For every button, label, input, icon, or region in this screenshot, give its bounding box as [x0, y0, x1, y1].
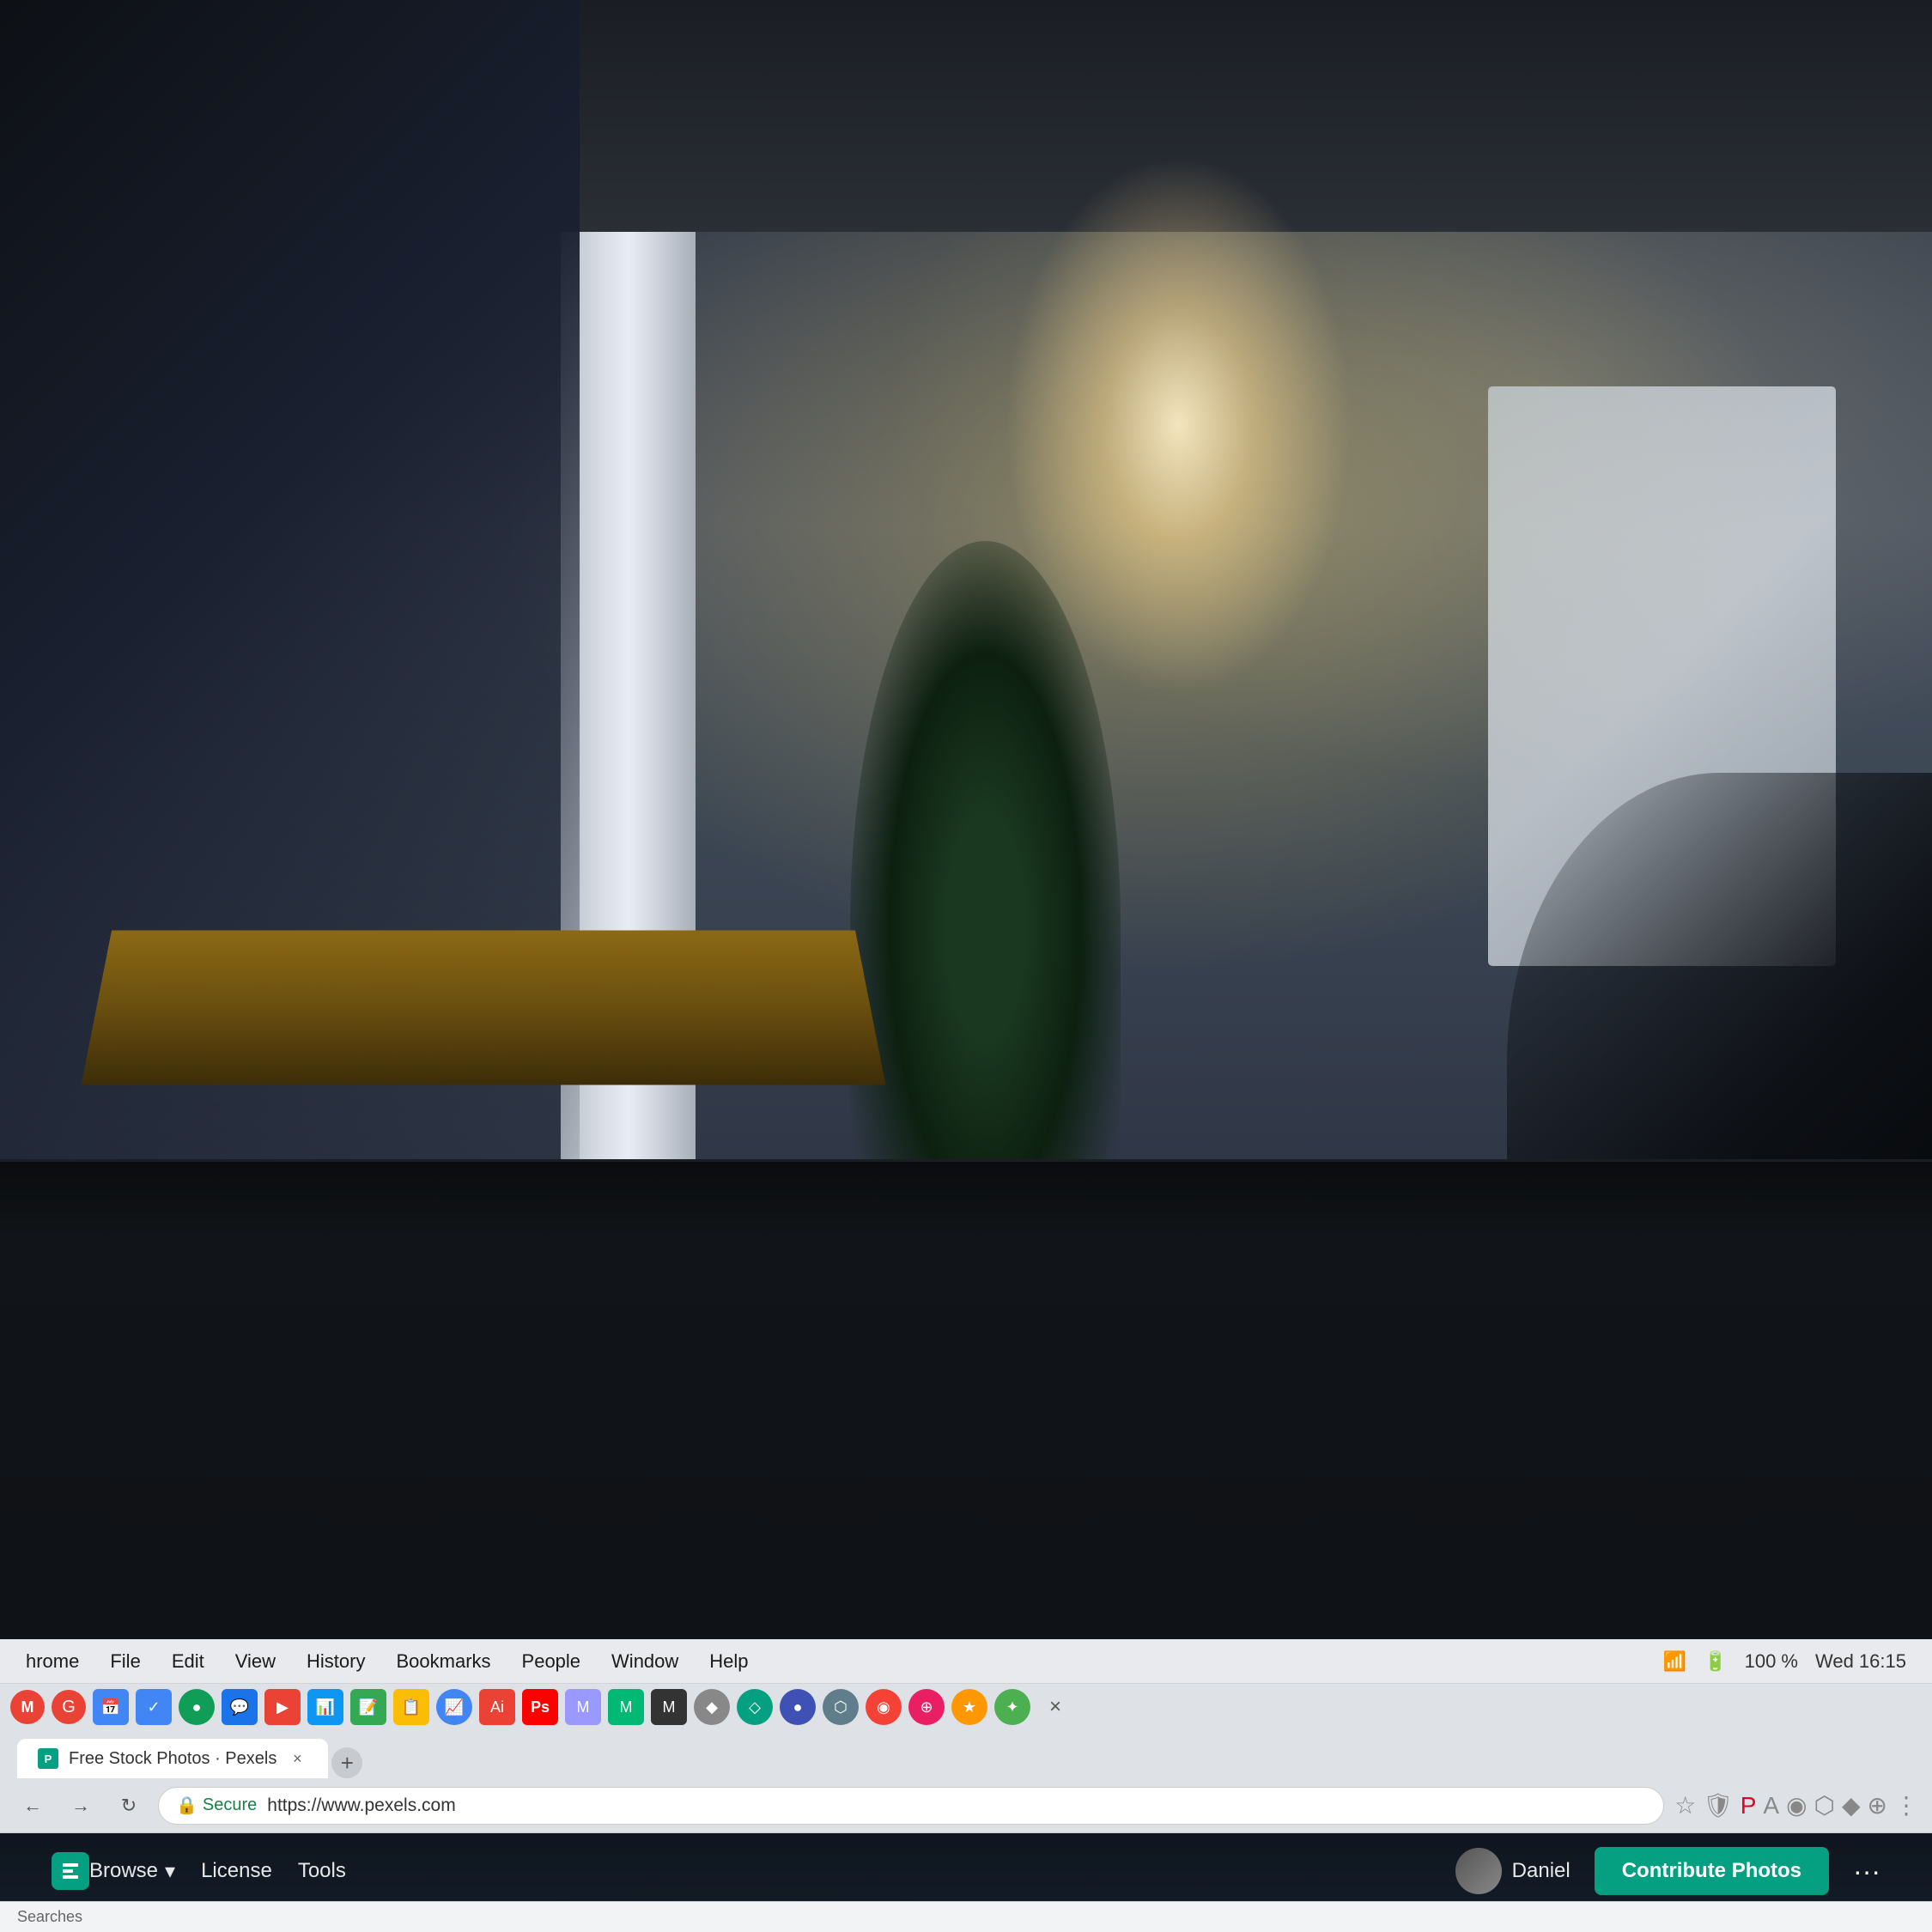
license-link[interactable]: License [201, 1859, 272, 1883]
ext-a-icon[interactable]: A [1763, 1792, 1779, 1820]
youtube-icon[interactable]: ▶ [264, 1689, 301, 1725]
clock: Wed 16:15 [1815, 1650, 1906, 1673]
forward-button[interactable]: → [62, 1787, 100, 1825]
ext-e-icon[interactable]: ⊕ [1868, 1791, 1887, 1820]
ext-icon-6[interactable]: ⊕ [908, 1689, 945, 1725]
shield-icon[interactable]: 🛡 [1703, 1791, 1734, 1820]
nav-links: Browse ▾ License Tools [89, 1859, 346, 1884]
slides-icon[interactable]: 📋 [393, 1689, 429, 1725]
toolbar-icons-row: M G 📅 ✓ ● 💬 ▶ 📊 📝 📋 📈 Ai Ps M M M ◆ ◇ ● … [0, 1684, 1932, 1730]
menu-view[interactable]: View [235, 1650, 276, 1673]
google-icon[interactable]: G [52, 1690, 86, 1724]
nav-right: Daniel Contribute Photos ··· [1455, 1847, 1880, 1895]
menu-bookmarks[interactable]: Bookmarks [396, 1650, 490, 1673]
address-bar-row: ← → ↻ 🔒 Secure https://www.pexels.com ☆ … [0, 1778, 1932, 1833]
menu-people[interactable]: People [522, 1650, 581, 1673]
ext-icon-8[interactable]: ✦ [994, 1689, 1030, 1725]
adobe-icon[interactable]: Ai [479, 1689, 515, 1725]
browse-label: Browse [89, 1859, 158, 1883]
menu-help[interactable]: Help [709, 1650, 748, 1673]
ext-icon-3[interactable]: ● [780, 1689, 816, 1725]
star-icon[interactable]: ☆ [1674, 1791, 1696, 1820]
browse-arrow: ▾ [165, 1859, 175, 1884]
pexels-logo[interactable] [52, 1852, 89, 1890]
menu-window[interactable]: Window [611, 1650, 678, 1673]
address-bar-right-icons: ☆ 🛡 P A ◉ ⬡ ◆ ⊕ ⋮ [1674, 1791, 1918, 1820]
menu-file[interactable]: File [110, 1650, 140, 1673]
new-tab-button[interactable]: + [331, 1747, 362, 1778]
analytics-icon[interactable]: 📈 [436, 1689, 472, 1725]
dark-left [0, 0, 580, 1314]
screen: hrome File Edit View History Bookmarks P… [0, 1639, 1932, 1932]
medium-icon[interactable]: M [565, 1689, 601, 1725]
menu-edit[interactable]: Edit [172, 1650, 204, 1673]
tab-bar: P Free Stock Photos · Pexels × + [0, 1730, 1932, 1778]
tasks-icon[interactable]: ✓ [136, 1689, 172, 1725]
nav-left [52, 1852, 89, 1890]
chat-icon[interactable]: 💬 [222, 1689, 258, 1725]
meet-icon[interactable]: ● [179, 1689, 215, 1725]
refresh-button[interactable]: ↻ [110, 1787, 148, 1825]
sheets-icon[interactable]: 📊 [307, 1689, 343, 1725]
more-options-icon[interactable]: ··· [1853, 1856, 1880, 1887]
app-name: hrome [26, 1650, 79, 1673]
tab-favicon: P [38, 1748, 58, 1769]
user-area[interactable]: Daniel [1455, 1848, 1571, 1894]
close-icon[interactable]: × [1037, 1689, 1073, 1725]
user-name: Daniel [1512, 1859, 1571, 1883]
tab-title: Free Stock Photos · Pexels [69, 1749, 276, 1769]
ext-icon-5[interactable]: ◉ [866, 1689, 902, 1725]
monitor-bezel: hrome File Edit View History Bookmarks P… [0, 1159, 1932, 1932]
contribute-photos-button[interactable]: Contribute Photos [1595, 1847, 1829, 1895]
docs-icon[interactable]: 📝 [350, 1689, 386, 1725]
medium3-icon[interactable]: M [651, 1689, 687, 1725]
pexels-nav: Browse ▾ License Tools Daniel [0, 1833, 1932, 1909]
tools-link[interactable]: Tools [298, 1859, 346, 1883]
ext-icon-4[interactable]: ⬡ [823, 1689, 859, 1725]
menu-bar: hrome File Edit View History Bookmarks P… [0, 1639, 1932, 1684]
status-bar: Searches [0, 1901, 1932, 1932]
tab-close-button[interactable]: × [287, 1748, 307, 1769]
pexels-logo-icon [52, 1852, 89, 1890]
secure-badge: 🔒 Secure [176, 1795, 257, 1816]
status-text: Searches [17, 1908, 82, 1926]
secure-label: Secure [203, 1795, 257, 1815]
browse-link[interactable]: Browse ▾ [89, 1859, 175, 1884]
system-status: 📶 🔋 100 % Wed 16:15 [1663, 1650, 1906, 1673]
address-bar[interactable]: 🔒 Secure https://www.pexels.com [158, 1787, 1664, 1825]
medium2-icon[interactable]: M [608, 1689, 644, 1725]
ext-icon-7[interactable]: ★ [951, 1689, 987, 1725]
pinterest-icon[interactable]: P [1741, 1792, 1757, 1820]
lock-icon: 🔒 [176, 1795, 197, 1816]
wifi-icon: 📶 [1663, 1650, 1686, 1673]
back-button[interactable]: ← [14, 1787, 52, 1825]
ext-icon-2[interactable]: ◇ [737, 1689, 773, 1725]
ext-d-icon[interactable]: ◆ [1842, 1791, 1861, 1820]
calendar-icon[interactable]: 📅 [93, 1689, 129, 1725]
table [81, 931, 885, 1085]
gmail-icon[interactable]: M [10, 1690, 45, 1724]
ext-icon-1[interactable]: ◆ [694, 1689, 730, 1725]
user-avatar [1455, 1848, 1502, 1894]
menu-history[interactable]: History [307, 1650, 365, 1673]
adobe-ps-icon[interactable]: Ps [522, 1689, 558, 1725]
active-tab[interactable]: P Free Stock Photos · Pexels × [17, 1739, 328, 1778]
more-dots-icon[interactable]: ⋮ [1894, 1791, 1918, 1820]
url-display: https://www.pexels.com [267, 1795, 455, 1816]
ext-b-icon[interactable]: ◉ [1786, 1791, 1807, 1820]
zoom-level: 100 % [1745, 1650, 1798, 1673]
battery-icon: 🔋 [1704, 1650, 1727, 1673]
ext-c-icon[interactable]: ⬡ [1814, 1791, 1835, 1820]
